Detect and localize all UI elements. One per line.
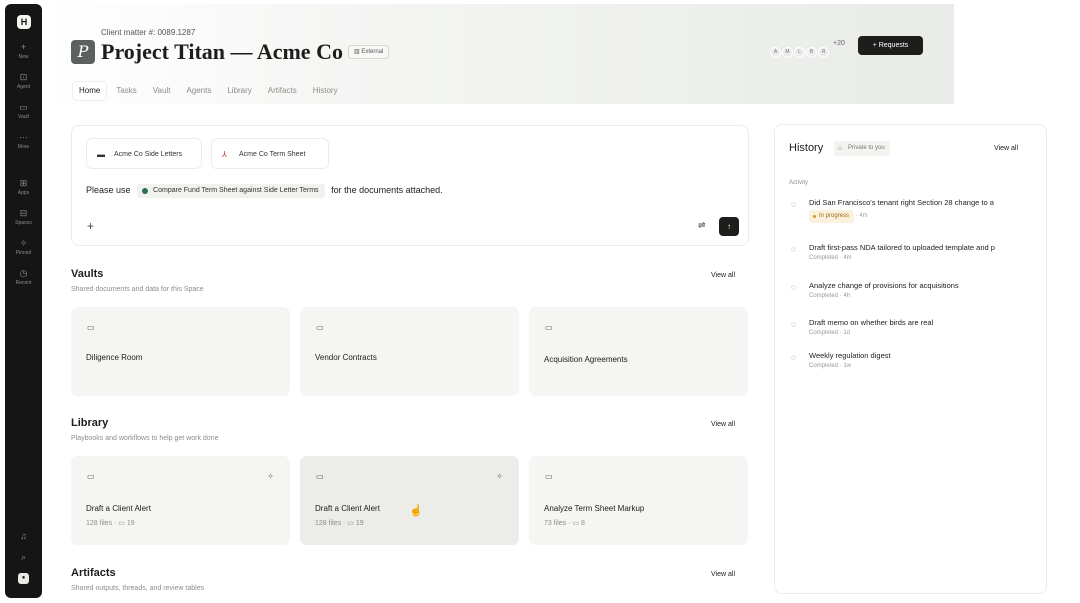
vault-card[interactable]: ▭ Acquisition Agreements: [529, 307, 748, 396]
private-badge: ⌂ Private to you: [834, 141, 890, 156]
bell-icon[interactable]: ♫: [5, 531, 42, 541]
library-view-all[interactable]: View all: [711, 421, 735, 428]
space-badge: P: [71, 40, 95, 64]
agent-icon: ⊡: [19, 72, 28, 82]
library-card[interactable]: ▭ Analyze Term Sheet Markup 73 files · ▭…: [529, 456, 748, 545]
rail-item-recent[interactable]: ◷ Recent: [5, 268, 42, 287]
vault-icon: ▭: [19, 102, 28, 112]
attachment-chip[interactable]: ▬ Acme Co Side Letters: [86, 138, 202, 169]
chat-icon: ◌: [791, 353, 796, 362]
avatar: A: [770, 47, 781, 58]
workflow-icon: ▭: [87, 472, 95, 481]
pin-icon[interactable]: ✧: [267, 472, 274, 481]
history-item[interactable]: ◌ Draft memo on whether birds are real C…: [791, 318, 1026, 340]
search-icon[interactable]: ⌕: [5, 552, 42, 563]
pin-icon[interactable]: ✧: [496, 472, 503, 481]
vaults-title: Vaults: [71, 268, 104, 280]
client-matter: Client matter #: 0089.1287: [101, 28, 196, 37]
external-badge: ▥ External: [348, 45, 390, 59]
rail-item-apps[interactable]: ⊞ Apps: [5, 178, 42, 197]
rail-item-pinned[interactable]: ✧ Pinned: [5, 238, 42, 257]
left-rail: H + New ⊡ Agent ▭ Vault ··· More ⊞ Apps …: [5, 4, 42, 598]
lock-icon: ⌂: [838, 145, 843, 152]
artifacts-subtitle: Shared outputs, threads, and review tabl…: [71, 585, 205, 592]
avatar: B: [806, 47, 817, 58]
vault-card[interactable]: ▭ Vendor Contracts: [300, 307, 519, 396]
app-root: H + New ⊡ Agent ▭ Vault ··· More ⊞ Apps …: [0, 0, 1080, 603]
history-view-all[interactable]: View all: [994, 145, 1018, 152]
recent-icon: ◷: [19, 268, 28, 278]
folder-icon: ▭: [545, 323, 553, 332]
pin-icon: ✧: [19, 238, 28, 248]
library-card[interactable]: ▭ ✧ Draft a Client Alert 128 files · ▭ 1…: [71, 456, 290, 545]
activity-label: Activity: [789, 180, 809, 186]
history-item[interactable]: ◌ Draft first-pass NDA tailored to uploa…: [791, 243, 1026, 265]
pdf-icon: ⅄: [222, 150, 227, 159]
avatar: M: [782, 47, 793, 58]
library-subtitle: Playbooks and workflows to help get work…: [71, 435, 219, 442]
rail-item-vault[interactable]: ▭ Vault: [5, 102, 42, 121]
history-item[interactable]: ◌ Analyze change of provisions for acqui…: [791, 281, 1026, 303]
attachment-chip[interactable]: ⅄ Acme Co Term Sheet: [211, 138, 329, 169]
more-members-count[interactable]: +20: [833, 40, 845, 47]
avatar: L: [794, 47, 805, 58]
chat-icon: ◌: [791, 320, 796, 329]
spaces-icon: ⊟: [19, 208, 28, 218]
workflow-icon: ▭: [316, 472, 324, 481]
folder-icon: ▭: [87, 323, 95, 332]
avatar: R: [818, 47, 829, 58]
logo-icon[interactable]: H: [17, 15, 31, 29]
tab-library[interactable]: Library: [221, 82, 257, 100]
artifacts-title: Artifacts: [71, 567, 116, 579]
tab-artifacts[interactable]: Artifacts: [262, 82, 303, 100]
library-title: Library: [71, 417, 109, 429]
artifacts-view-all[interactable]: View all: [711, 571, 735, 578]
space-tabs: Home Tasks Vault Agents Library Artifacts Hist…: [73, 80, 348, 100]
apps-icon: ⊞: [19, 178, 28, 188]
rail-item-spaces[interactable]: ⊟ Spaces: [5, 208, 42, 227]
page-title: Project Titan — Acme Co: [101, 39, 343, 64]
history-title: History: [789, 142, 824, 154]
folder-icon: ▭: [316, 323, 324, 332]
tab-vault[interactable]: Vault: [147, 82, 177, 100]
tab-agents[interactable]: Agents: [180, 82, 217, 100]
status-badge: In progress: [809, 210, 855, 223]
workflow-icon: ▭: [545, 472, 553, 481]
tab-tasks[interactable]: Tasks: [110, 82, 142, 100]
history-item[interactable]: ◌ Weekly regulation digest Completed · 1…: [791, 351, 1026, 373]
more-icon: ···: [19, 132, 28, 142]
tab-home[interactable]: Home: [73, 82, 107, 100]
add-attachment-icon[interactable]: +: [87, 219, 94, 233]
rail-item-more[interactable]: ··· More: [5, 132, 42, 151]
vaults-subtitle: Shared documents and data for this Space: [71, 286, 204, 293]
library-card[interactable]: ▭ ✧ Draft a Client Alert 128 files · ▭ 1…: [300, 456, 519, 545]
member-avatars[interactable]: AMLBR: [770, 40, 830, 58]
chat-icon: ◌: [791, 200, 796, 209]
send-button[interactable]: ↑: [719, 217, 739, 236]
rail-item-new[interactable]: + New: [5, 42, 42, 61]
workflow-pill[interactable]: Compare Fund Term Sheet against Side Let…: [137, 184, 325, 198]
workflow-icon: [142, 188, 149, 194]
hand-cursor-icon: ☝: [409, 505, 423, 517]
chat-icon: ◌: [791, 245, 796, 254]
user-avatar[interactable]: ●: [18, 573, 29, 584]
chat-icon: ◌: [791, 283, 796, 292]
folder-icon: ▬: [97, 150, 105, 159]
settings-sliders-icon[interactable]: ⇌: [698, 220, 706, 231]
tab-history[interactable]: History: [307, 82, 344, 100]
requests-button[interactable]: + Requests: [858, 36, 923, 55]
prompt-text[interactable]: Please use Compare Fund Term Sheet again…: [86, 184, 443, 198]
plus-icon: +: [20, 42, 27, 52]
vault-card[interactable]: ▭ Diligence Room: [71, 307, 290, 396]
history-item[interactable]: ◌ Did San Francisco's tenant right Secti…: [791, 198, 1026, 228]
vaults-view-all[interactable]: View all: [711, 272, 735, 279]
rail-item-agent[interactable]: ⊡ Agent: [5, 72, 42, 91]
